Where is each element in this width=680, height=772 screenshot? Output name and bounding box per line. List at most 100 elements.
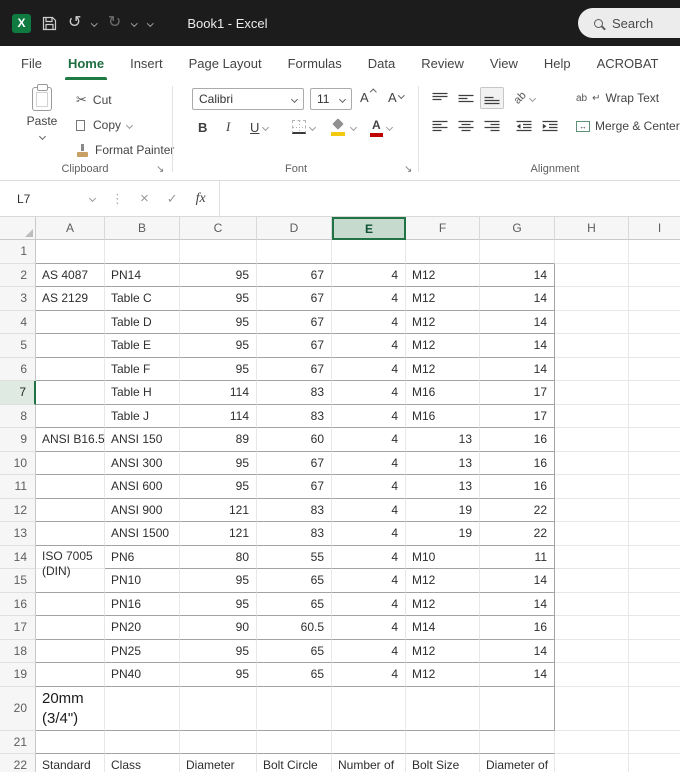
clipboard-dialog-launcher[interactable]: ↘ xyxy=(156,164,164,175)
cell-A20[interactable]: 20mm (3/4") xyxy=(36,686,105,731)
cell-A13[interactable] xyxy=(36,522,105,546)
cell-E9[interactable]: 4 xyxy=(332,428,406,452)
cell-I6[interactable] xyxy=(629,358,680,381)
cell-C11[interactable]: 95 xyxy=(180,475,257,499)
cell-C8[interactable]: 114 xyxy=(180,404,257,428)
cell-E18[interactable]: 4 xyxy=(332,639,406,663)
cell-B15[interactable]: PN10 xyxy=(105,569,180,593)
font-color-button[interactable]: A xyxy=(370,116,393,138)
row-header-4[interactable]: 4 xyxy=(0,310,36,334)
cell-C2[interactable]: 95 xyxy=(180,263,257,287)
cell-E1[interactable] xyxy=(332,240,406,264)
cell-F9[interactable]: 13 xyxy=(406,428,480,452)
cell-I4[interactable] xyxy=(629,311,680,334)
cell-D4[interactable]: 67 xyxy=(257,310,332,334)
column-header-F[interactable]: F xyxy=(406,217,480,240)
cell-A14[interactable]: ISO 7005 (DIN) xyxy=(36,545,105,578)
name-box[interactable]: L7 xyxy=(8,187,104,211)
cell-H15[interactable] xyxy=(555,569,629,593)
align-left-button[interactable] xyxy=(428,115,452,137)
cell-G6[interactable]: 14 xyxy=(480,357,555,381)
cell-E2[interactable]: 4 xyxy=(332,263,406,287)
cell-C1[interactable] xyxy=(180,240,257,264)
cell-H13[interactable] xyxy=(555,522,629,546)
cell-I15[interactable] xyxy=(629,569,680,593)
cell-G7[interactable]: 17 xyxy=(480,381,555,405)
cell-H1[interactable] xyxy=(555,240,629,264)
cell-F14[interactable]: M10 xyxy=(406,545,480,569)
cell-B1[interactable] xyxy=(105,240,180,264)
cell-A3[interactable]: AS 2129 xyxy=(36,287,105,311)
align-right-button[interactable] xyxy=(480,115,504,137)
cell-E15[interactable]: 4 xyxy=(332,569,406,593)
select-all-corner[interactable] xyxy=(0,217,36,240)
cell-D8[interactable]: 83 xyxy=(257,404,332,428)
cell-I5[interactable] xyxy=(629,334,680,358)
cell-D14[interactable]: 55 xyxy=(257,545,332,569)
row-header-9[interactable]: 9 xyxy=(0,428,36,452)
cell-D7[interactable]: 83 xyxy=(257,381,332,405)
decrease-indent-button[interactable] xyxy=(512,115,536,137)
cell-H12[interactable] xyxy=(555,498,629,522)
cell-C20[interactable] xyxy=(180,686,257,731)
cell-G21[interactable] xyxy=(480,730,555,754)
cell-H21[interactable] xyxy=(555,730,629,754)
cell-H14[interactable] xyxy=(555,545,629,569)
format-painter-button[interactable]: Format Painter xyxy=(76,140,174,160)
cell-F8[interactable]: M16 xyxy=(406,404,480,428)
cell-D20[interactable] xyxy=(257,686,332,731)
row-header-5[interactable]: 5 xyxy=(0,334,36,358)
cell-A12[interactable] xyxy=(36,498,105,522)
cell-F21[interactable] xyxy=(406,730,480,754)
row-header-20[interactable]: 20 xyxy=(0,686,36,731)
cut-button[interactable]: ✂ Cut xyxy=(76,90,112,110)
cell-I18[interactable] xyxy=(629,640,680,663)
column-header-I[interactable]: I xyxy=(629,217,680,240)
cell-I16[interactable] xyxy=(629,593,680,616)
row-header-22[interactable]: 22 xyxy=(0,754,36,772)
row-header-10[interactable]: 10 xyxy=(0,451,36,475)
underline-button[interactable]: U xyxy=(250,116,270,138)
cell-A22[interactable]: Standard xyxy=(36,754,105,772)
cell-G12[interactable]: 22 xyxy=(480,498,555,522)
cancel-icon[interactable]: × xyxy=(140,190,149,207)
cell-E20[interactable] xyxy=(332,686,406,731)
cell-H6[interactable] xyxy=(555,357,629,381)
cell-E19[interactable]: 4 xyxy=(332,663,406,687)
column-header-A[interactable]: A xyxy=(36,217,105,240)
cell-F10[interactable]: 13 xyxy=(406,451,480,475)
cell-H5[interactable] xyxy=(555,334,629,358)
cell-E10[interactable]: 4 xyxy=(332,451,406,475)
column-header-B[interactable]: B xyxy=(105,217,180,240)
cell-E8[interactable]: 4 xyxy=(332,404,406,428)
cell-E3[interactable]: 4 xyxy=(332,287,406,311)
cell-D12[interactable]: 83 xyxy=(257,498,332,522)
middle-align-button[interactable] xyxy=(454,87,478,109)
cell-B11[interactable]: ANSI 600 xyxy=(105,475,180,499)
cell-F3[interactable]: M12 xyxy=(406,287,480,311)
cell-A9[interactable]: ANSI B16.5 xyxy=(36,428,105,452)
cell-B4[interactable]: Table D xyxy=(105,310,180,334)
cell-I12[interactable] xyxy=(629,499,680,522)
cell-E14[interactable]: 4 xyxy=(332,545,406,569)
cell-C17[interactable]: 90 xyxy=(180,616,257,640)
cell-B6[interactable]: Table F xyxy=(105,357,180,381)
row-header-11[interactable]: 11 xyxy=(0,475,36,499)
top-align-button[interactable] xyxy=(428,87,452,109)
cell-G3[interactable]: 14 xyxy=(480,287,555,311)
cell-H16[interactable] xyxy=(555,592,629,616)
cell-I22[interactable] xyxy=(629,754,680,772)
qat-customize-icon[interactable] xyxy=(146,19,154,27)
cell-A4[interactable] xyxy=(36,310,105,334)
cell-A11[interactable] xyxy=(36,475,105,499)
row-header-19[interactable]: 19 xyxy=(0,663,36,687)
cell-G18[interactable]: 14 xyxy=(480,639,555,663)
cell-G15[interactable]: 14 xyxy=(480,569,555,593)
cell-F18[interactable]: M12 xyxy=(406,639,480,663)
tab-review[interactable]: Review xyxy=(408,46,477,80)
cell-F13[interactable]: 19 xyxy=(406,522,480,546)
undo-dropdown-icon[interactable] xyxy=(91,19,98,27)
cell-C5[interactable]: 95 xyxy=(180,334,257,358)
cell-H3[interactable] xyxy=(555,287,629,311)
redo-dropdown-icon[interactable] xyxy=(131,19,138,27)
